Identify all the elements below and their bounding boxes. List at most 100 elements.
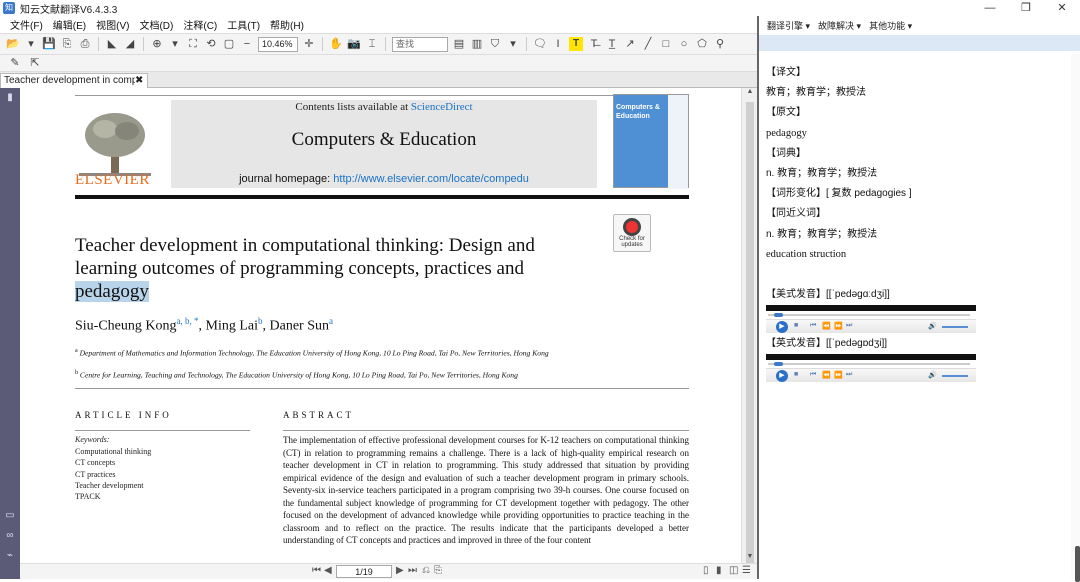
prev-track-icon[interactable]: ⏮ xyxy=(810,322,816,330)
strikeout-icon[interactable]: T̶ xyxy=(587,37,601,51)
audio-progress-slider[interactable] xyxy=(768,362,970,367)
continuous-view-icon[interactable]: ▮ xyxy=(716,565,722,576)
fit-width-icon[interactable]: ⟲ xyxy=(204,37,218,51)
facing-view-icon[interactable]: ◫ xyxy=(729,565,738,576)
text-insert-icon[interactable]: I xyxy=(551,37,565,51)
zoom-plus-icon[interactable]: ✛ xyxy=(302,37,316,51)
save-as-icon[interactable]: ⎘ xyxy=(60,37,74,51)
arrow-icon[interactable]: ↗ xyxy=(623,37,637,51)
play-icon[interactable]: ▶ xyxy=(776,370,788,383)
fast-forward-icon[interactable]: ⏩ xyxy=(834,371,843,379)
menu-edit[interactable]: 编辑(E) xyxy=(53,17,86,32)
zoom-level-input[interactable]: 10.46% xyxy=(258,36,298,52)
comment-icon[interactable]: 🗨 xyxy=(533,37,547,51)
rectangle-icon[interactable]: □ xyxy=(659,37,673,51)
find-input[interactable]: 查找 xyxy=(392,36,448,52)
actual-size-icon[interactable]: ▢ xyxy=(222,37,236,51)
author-affiliation-marker[interactable]: a xyxy=(329,316,333,326)
last-page-icon[interactable]: ⏭ xyxy=(408,565,417,576)
export-icon[interactable]: ⇱ xyxy=(28,56,42,70)
dropdown-arrow-icon[interactable]: ▾ xyxy=(24,37,38,51)
attachments-icon[interactable]: ⌁ xyxy=(4,550,16,562)
volume-slider[interactable] xyxy=(942,375,968,378)
author-affiliation-marker[interactable]: a, b, * xyxy=(177,316,199,326)
next-track-icon[interactable]: ⏭ xyxy=(846,371,852,379)
find-next-icon[interactable]: ▥ xyxy=(470,37,484,51)
next-track-icon[interactable]: ⏭ xyxy=(846,322,852,330)
thumbnails-icon[interactable]: ▮ xyxy=(4,92,16,104)
scroll-down-icon[interactable]: ▼ xyxy=(742,553,758,563)
underline-icon[interactable]: T̲ xyxy=(605,37,619,51)
page-number-input[interactable]: 1/19 xyxy=(336,565,392,578)
rewind-icon[interactable]: ⏪ xyxy=(822,322,831,330)
stamp-icon[interactable]: ⚲ xyxy=(713,37,727,51)
history-back-icon[interactable]: ⎌ xyxy=(422,565,430,576)
close-button[interactable]: ✕ xyxy=(1044,0,1080,16)
close-tab-icon[interactable]: ✖ xyxy=(135,74,147,88)
scroll-up-icon[interactable]: ▲ xyxy=(742,88,758,98)
volume-icon[interactable]: 🔊 xyxy=(928,322,937,330)
edit-note-icon[interactable]: ✎ xyxy=(8,56,22,70)
fit-page-icon[interactable]: ⛶ xyxy=(186,37,200,51)
filter-icon[interactable]: ⛉ xyxy=(488,37,502,51)
document-scrollbar[interactable]: ▲ ▼ xyxy=(741,88,758,564)
audio-progress-knob[interactable] xyxy=(774,362,783,367)
menu-tools[interactable]: 工具(T) xyxy=(227,17,260,32)
prev-page-icon[interactable]: ◀ xyxy=(324,565,332,576)
dropdown-arrow-icon[interactable]: ▾ xyxy=(168,37,182,51)
troubleshoot-menu[interactable]: 故障解决 ▾ xyxy=(818,19,861,32)
sciencedirect-link[interactable]: ScienceDirect xyxy=(411,101,473,113)
menu-annotation[interactable]: 注释(C) xyxy=(183,17,217,32)
maximize-button[interactable]: ❐ xyxy=(1008,0,1044,16)
menu-file[interactable]: 文件(F) xyxy=(10,17,43,32)
comments-panel-icon[interactable]: ▭ xyxy=(4,510,16,522)
zoom-in-icon[interactable]: ⊕ xyxy=(150,37,164,51)
stop-icon[interactable]: ■ xyxy=(794,371,798,378)
links-panel-icon[interactable]: ∞ xyxy=(4,530,16,542)
audio-progress-slider[interactable] xyxy=(768,313,970,318)
translation-engine-menu[interactable]: 翻译引擎 ▾ xyxy=(767,19,810,32)
volume-slider[interactable] xyxy=(942,326,968,329)
rotate-right-icon[interactable]: ◢ xyxy=(123,37,137,51)
us-audio-player[interactable]: ▶ ■ ⏮ ⏪ ⏩ ⏭ 🔊 xyxy=(766,305,976,334)
rotate-left-icon[interactable]: ◣ xyxy=(105,37,119,51)
line-icon[interactable]: ╱ xyxy=(641,37,655,51)
translation-scrollbar-thumb[interactable] xyxy=(1075,546,1080,582)
uk-audio-player[interactable]: ▶ ■ ⏮ ⏪ ⏩ ⏭ 🔊 xyxy=(766,354,976,383)
ellipse-icon[interactable]: ○ xyxy=(677,37,691,51)
open-folder-icon[interactable]: 📂 xyxy=(6,37,20,51)
first-page-icon[interactable]: ⏮ xyxy=(312,565,321,576)
hand-tool-icon[interactable]: ✋ xyxy=(329,37,343,51)
highlight-icon[interactable]: T xyxy=(569,37,583,51)
single-page-view-icon[interactable]: ▯ xyxy=(703,565,709,576)
scrollbar-thumb[interactable] xyxy=(746,102,754,564)
check-for-updates-badge[interactable]: Check for updates xyxy=(613,214,651,252)
audio-progress-knob[interactable] xyxy=(774,313,783,318)
find-prev-icon[interactable]: ▤ xyxy=(452,37,466,51)
next-page-icon[interactable]: ▶ xyxy=(396,565,404,576)
rewind-icon[interactable]: ⏪ xyxy=(822,371,831,379)
menu-view[interactable]: 视图(V) xyxy=(96,17,129,32)
cover-view-icon[interactable]: ☰ xyxy=(742,565,751,576)
stop-icon[interactable]: ■ xyxy=(794,322,798,329)
play-icon[interactable]: ▶ xyxy=(776,321,788,334)
snapshot-icon[interactable]: 📷 xyxy=(347,37,361,51)
prev-track-icon[interactable]: ⏮ xyxy=(810,371,816,379)
print-icon[interactable]: ⎙ xyxy=(78,37,92,51)
menu-document[interactable]: 文档(D) xyxy=(139,17,173,32)
select-text-icon[interactable]: ⌶ xyxy=(365,37,379,51)
homepage-link[interactable]: http://www.elsevier.com/locate/compedu xyxy=(333,173,529,185)
fast-forward-icon[interactable]: ⏩ xyxy=(834,322,843,330)
translation-scrollbar[interactable] xyxy=(1071,54,1080,582)
document-tab[interactable]: Teacher development in comp... ✖ xyxy=(0,73,148,88)
save-icon[interactable]: 💾 xyxy=(42,37,56,51)
other-features-menu[interactable]: 其他功能 ▾ xyxy=(869,19,912,32)
history-forward-icon[interactable]: ⎘ xyxy=(434,565,442,576)
selected-word-highlight[interactable]: pedagogy xyxy=(75,281,149,302)
menu-help[interactable]: 帮助(H) xyxy=(270,17,304,32)
zoom-out-icon[interactable]: − xyxy=(240,37,254,51)
minimize-button[interactable]: — xyxy=(972,0,1008,16)
pdf-document-view[interactable]: ELSEVIER Contents lists available at Sci… xyxy=(20,88,741,563)
polygon-icon[interactable]: ⬠ xyxy=(695,37,709,51)
dropdown-arrow-icon[interactable]: ▾ xyxy=(506,37,520,51)
